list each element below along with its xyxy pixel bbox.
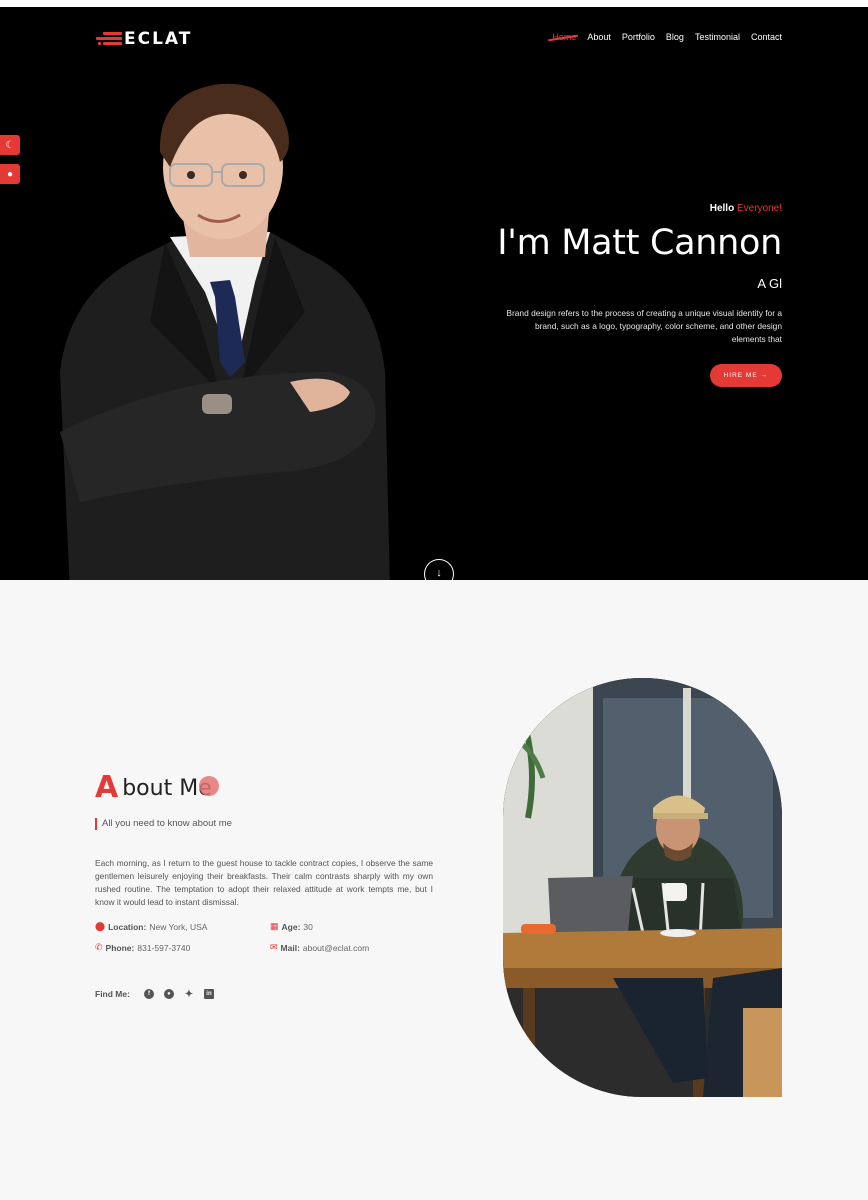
- scroll-down-button[interactable]: ↓: [424, 559, 454, 580]
- palette-icon: ●: [6, 168, 14, 180]
- location-pin-icon: ⬤: [95, 921, 106, 931]
- hero-portrait: [60, 83, 390, 580]
- hero-intro: Hello Everyone! I'm Matt Cannon A Gl Bra…: [442, 203, 782, 387]
- main-nav: Home About Portfolio Blog Testimonial Co…: [552, 32, 782, 42]
- phone-label: Phone:: [105, 942, 135, 953]
- logo[interactable]: ECLAT: [96, 29, 192, 49]
- calendar-icon: ▦: [270, 921, 279, 931]
- about-photo: [503, 678, 782, 1097]
- facebook-icon[interactable]: f: [143, 989, 154, 999]
- theme-color-button[interactable]: ●: [0, 164, 20, 184]
- info-phone: ✆ Phone: 831-597-3740: [95, 942, 190, 953]
- location-value: New York, USA: [149, 921, 208, 932]
- age-label: Age:: [281, 921, 301, 932]
- phone-icon: ✆: [95, 942, 103, 952]
- moon-icon: ☾: [5, 139, 15, 151]
- logo-text: ECLAT: [124, 29, 193, 49]
- info-age: ▦ Age: 30: [270, 921, 313, 932]
- envelope-icon: ✉: [270, 942, 278, 952]
- location-label: Location:: [108, 921, 147, 932]
- about-paragraph: Each morning, as I return to the guest h…: [95, 858, 433, 907]
- hero-description: Brand design refers to the process of cr…: [506, 308, 782, 344]
- nav-about[interactable]: About: [587, 32, 611, 42]
- nav-contact[interactable]: Contact: [751, 32, 782, 42]
- find-me: Find Me: f ● ✦ in: [95, 989, 214, 1000]
- linkedin-icon[interactable]: in: [203, 989, 214, 999]
- nav-home[interactable]: Home: [552, 32, 576, 42]
- nav-blog[interactable]: Blog: [666, 32, 684, 42]
- hero-name: I'm Matt Cannon: [497, 223, 782, 263]
- mail-value: about@eclat.com: [302, 942, 370, 953]
- mail-label: Mail:: [280, 942, 300, 953]
- hero-greeting: Hello Everyone!: [442, 203, 782, 214]
- greeting-accent: Everyone!: [736, 203, 782, 214]
- about-section: A bout Me All you need to know about me …: [0, 580, 868, 1200]
- about-title-rest: bout Me: [122, 776, 212, 801]
- greeting-text: Hello: [709, 203, 735, 214]
- nav-portfolio[interactable]: Portfolio: [622, 32, 655, 42]
- man-with-laptop-image: [503, 678, 782, 1097]
- nav-testimonial[interactable]: Testimonial: [695, 32, 740, 42]
- top-bar: [0, 0, 868, 7]
- twitter-icon[interactable]: ✦: [184, 989, 194, 1000]
- about-subtitle: All you need to know about me: [95, 818, 232, 830]
- dark-mode-toggle[interactable]: ☾: [0, 135, 20, 155]
- hire-me-button[interactable]: HIRE ME →: [709, 364, 782, 387]
- find-me-label: Find Me:: [95, 989, 130, 999]
- arrow-down-icon: ↓: [436, 567, 442, 579]
- info-mail: ✉ Mail: about@eclat.com: [270, 942, 369, 953]
- about-title: A bout Me: [95, 770, 212, 805]
- hero-section: ECLAT Home About Portfolio Blog Testimon…: [0, 7, 868, 580]
- info-location: ⬤ Location: New York, USA: [95, 921, 207, 932]
- age-value: 30: [303, 921, 313, 932]
- github-icon[interactable]: ●: [163, 989, 174, 999]
- phone-value: 831-597-3740: [137, 942, 191, 953]
- about-title-initial: A: [95, 770, 119, 805]
- logo-mark-icon: [96, 30, 122, 48]
- decorative-dot: [199, 776, 219, 796]
- hero-role: A Gl: [757, 276, 782, 291]
